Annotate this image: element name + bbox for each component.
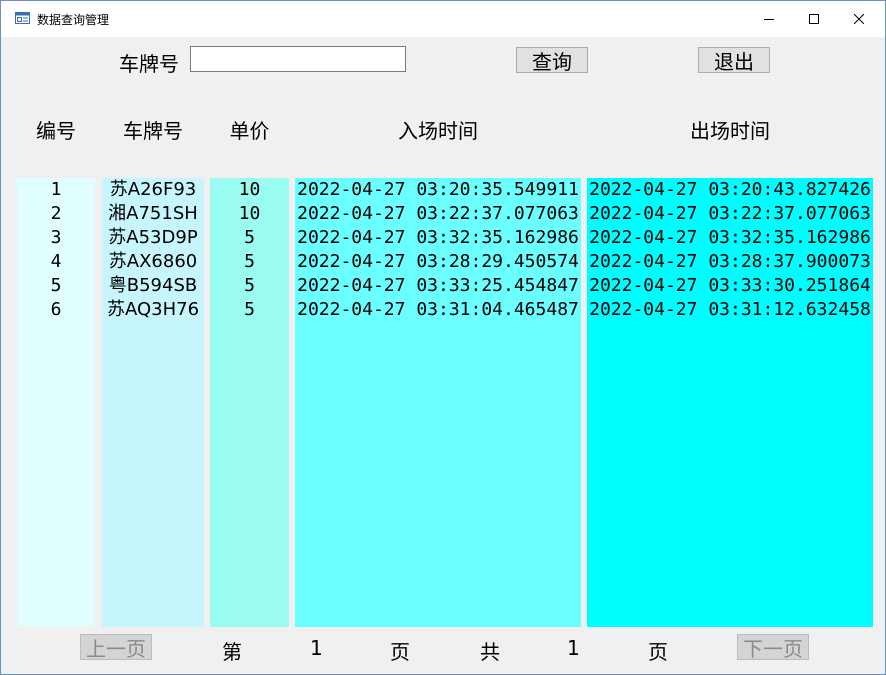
table-cell: 2022-04-27 03:33:30.251864 [589,275,871,296]
table-cell: 1 [50,179,62,200]
table-cell: 湘A751SH [108,203,198,224]
window-title: 数据查询管理 [37,13,110,27]
table-cell: 2022-04-27 03:31:12.632458 [589,299,871,320]
table-cell: 3 [50,227,62,248]
header-exit-time: 出场时间 [690,119,770,143]
table-cell: 2 [50,203,62,224]
table-cell: 2022-04-27 03:32:35.162986 [589,227,871,248]
table-cell: 2022-04-27 03:31:04.465487 [297,299,579,320]
table-cell: 2022-04-27 03:33:25.454847 [297,275,579,296]
maximize-button[interactable] [791,1,837,37]
table-cell: 5 [244,251,255,272]
table-cell: 6 [50,299,62,320]
exit-button[interactable]: 退出 [698,47,770,74]
current-page: 1 [310,636,323,660]
close-icon [854,14,864,24]
table-cell: 10 [238,203,261,224]
table-cell: 10 [238,179,261,200]
table-cell: 2022-04-27 03:22:37.077063 [297,203,579,224]
table-cell: 2022-04-27 03:20:35.549911 [297,179,579,200]
title-bar[interactable]: 数据查询管理 [1,1,885,37]
header-price: 单价 [229,119,270,143]
table-cell: 5 [244,275,255,296]
column-plate[interactable]: 苏A26F93 湘A751SH 苏A53D9P 苏AX6860 粤B594SB 苏AQ3H… [102,178,204,627]
total-prefix: 共 [480,640,500,664]
next-page-button[interactable]: 下一页 [737,634,809,661]
table-cell: 2022-04-27 03:32:35.162986 [297,227,579,248]
table-cell: 4 [50,251,62,272]
table-cell: 2022-04-27 03:28:37.900073 [589,251,871,272]
table-cell: 5 [244,299,255,320]
close-button[interactable] [836,1,882,37]
table-cell: 苏A53D9P [108,227,198,248]
query-button[interactable]: 查询 [516,47,588,74]
total-pages: 1 [567,636,580,660]
header-entry-time: 入场时间 [398,119,478,143]
column-price[interactable]: 10 10 5 5 5 5 [210,178,289,627]
prev-page-button[interactable]: 上一页 [80,634,152,661]
table-cell: 2022-04-27 03:28:29.450574 [297,251,579,272]
page-prefix: 第 [222,640,242,664]
table-cell: 2022-04-27 03:22:37.077063 [589,203,871,224]
table-cell: 5 [50,275,62,296]
total-suffix: 页 [648,640,668,664]
header-id: 编号 [36,119,76,143]
table-cell: 苏AQ3H76 [106,299,200,320]
plate-search-input[interactable] [190,46,406,72]
minimize-icon [764,19,774,20]
table-cell: 苏A26F93 [109,179,197,200]
header-plate: 车牌号 [123,119,183,143]
maximize-icon [809,14,819,24]
window-app-icon [15,12,30,24]
column-id[interactable]: 1 2 3 4 5 6 [17,178,95,627]
page-suffix: 页 [390,640,410,664]
table-cell: 2022-04-27 03:20:43.827426 [589,179,871,200]
table-cell: 苏AX6860 [108,251,198,272]
column-exit-time[interactable]: 2022-04-27 03:20:43.827426 2022-04-27 03:… [587,178,873,627]
app-window: 数据查询管理 车牌号 查询 退出 编号 车牌号 单价 入场时间 出场时间 1 2 3… [0,0,886,675]
minimize-button[interactable] [746,1,792,37]
table-cell: 粤B594SB [108,275,198,296]
plate-search-label: 车牌号 [119,52,179,76]
column-entry-time[interactable]: 2022-04-27 03:20:35.549911 2022-04-27 03:… [295,178,581,627]
table-cell: 5 [244,227,255,248]
